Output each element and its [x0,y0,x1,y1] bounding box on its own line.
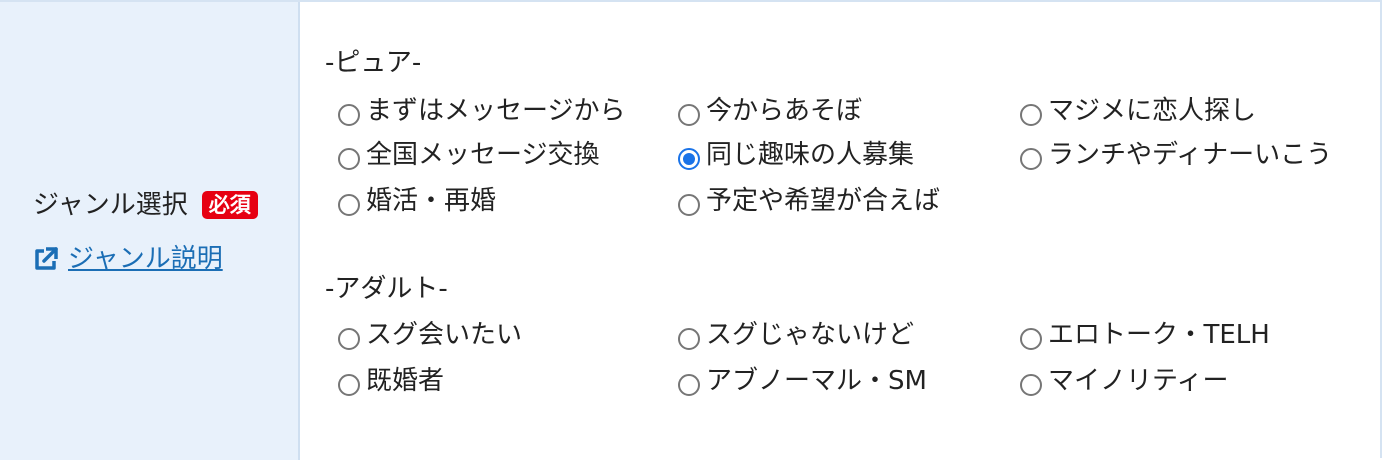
genre-option-label: マイノリティー [1048,366,1229,396]
genre-option-label: エロトーク・TELH [1048,320,1270,350]
genre-option[interactable]: 同じ趣味の人募集 [678,138,914,172]
radio-button[interactable] [338,374,360,396]
genre-option[interactable]: ランチやディナーいこう [1020,138,1332,172]
genre-options-cell: -ピュア- まずはメッセージから 今からあそぼ マジメに恋人探し 全国メッセージ… [300,2,1380,458]
genre-option-label: 同じ趣味の人募集 [706,140,915,170]
group-title-pure: -ピュア- [325,48,422,78]
genre-option[interactable]: マジメに恋人探し [1020,94,1256,128]
genre-option-label: 全国メッセージ交換 [366,140,600,170]
external-link-icon [35,247,58,270]
genre-option[interactable]: アブノーマル・SM [678,364,927,398]
genre-option-label: スグじゃないけど [706,320,915,350]
genre-option-label: スグ会いたい [366,320,523,350]
genre-form-row: ジャンル選択 必須 ジャンル説明 -ピュア- まずはメッセージから 今からあそぼ… [0,0,1382,460]
radio-button[interactable] [338,328,360,350]
genre-explanation-link-label: ジャンル説明 [68,244,223,274]
radio-button[interactable] [678,374,700,396]
genre-option-label: アブノーマル・SM [706,366,927,396]
genre-option-label: まずはメッセージから [366,96,626,126]
genre-explanation-link[interactable]: ジャンル説明 [32,242,223,276]
genre-option-label: ランチやディナーいこう [1048,140,1333,170]
radio-button[interactable] [1020,374,1042,396]
radio-button[interactable] [1020,104,1042,126]
field-label-text: ジャンル選択 [33,190,188,220]
radio-button[interactable] [1020,328,1042,350]
group-title-adult: -アダルト- [325,274,448,304]
genre-option[interactable]: 婚活・再婚 [338,184,496,218]
radio-button[interactable] [1020,148,1042,170]
genre-option-label: 予定や希望が合えば [706,186,941,216]
genre-option[interactable]: スグじゃないけど [678,318,914,352]
genre-option[interactable]: 既婚者 [338,364,444,398]
genre-option[interactable]: まずはメッセージから [338,94,625,128]
required-badge: 必須 [201,191,258,219]
genre-option[interactable]: 予定や希望が合えば [678,184,940,218]
radio-button[interactable] [338,194,360,216]
genre-option[interactable]: 全国メッセージ交換 [338,138,599,172]
genre-option-label: 今からあそぼ [706,96,863,126]
field-label: ジャンル選択 必須 [33,188,258,222]
radio-button[interactable] [338,104,360,126]
radio-button-checked[interactable] [678,148,700,170]
radio-button[interactable] [678,328,700,350]
genre-option[interactable]: エロトーク・TELH [1020,318,1270,352]
field-label-cell: ジャンル選択 必須 ジャンル説明 [0,2,300,460]
genre-option-label: 婚活・再婚 [366,186,497,216]
radio-button[interactable] [678,194,700,216]
radio-button[interactable] [338,148,360,170]
genre-option-label: 既婚者 [366,366,445,396]
radio-button[interactable] [678,104,700,126]
genre-option[interactable]: スグ会いたい [338,318,522,352]
genre-option[interactable]: マイノリティー [1020,364,1228,398]
genre-option-label: マジメに恋人探し [1048,96,1257,126]
genre-option[interactable]: 今からあそぼ [678,94,862,128]
